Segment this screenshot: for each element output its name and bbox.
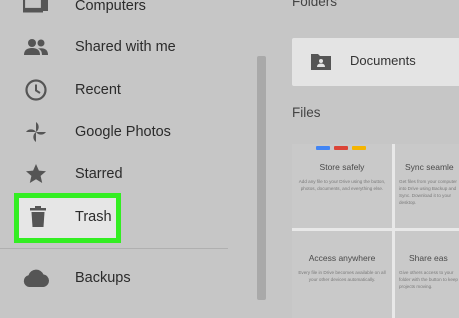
folder-card-documents[interactable]: Documents — [292, 38, 459, 86]
blue-bar — [316, 146, 330, 150]
sidebar-item-label: Trash — [75, 209, 112, 225]
sidebar-item-label: Recent — [75, 82, 121, 98]
tile-description: Every file in Drive becomes available on… — [298, 270, 386, 282]
tile-description: Give others access to your folder with t… — [399, 270, 458, 289]
sidebar-item-label: Backups — [75, 270, 131, 286]
sidebar-item-backups[interactable]: Backups — [0, 258, 250, 298]
tile-description: Get files from your computer into Drive … — [399, 179, 457, 205]
shared-folder-icon — [310, 51, 332, 73]
star-icon — [22, 160, 50, 188]
sidebar-item-google-photos[interactable]: Google Photos — [0, 112, 250, 152]
tile-title: Access anywhere — [308, 253, 376, 263]
folder-label: Documents — [350, 53, 416, 68]
sidebar-divider — [0, 248, 228, 249]
sidebar-item-trash[interactable]: Trash — [0, 197, 250, 237]
file-tile-sync-seamlessly[interactable]: Sync seamle Get files from your computer… — [395, 144, 459, 228]
sidebar-item-computers[interactable]: Computers — [0, 0, 250, 26]
files-section-title: Files — [292, 105, 321, 120]
folders-section-title: Folders — [292, 0, 338, 9]
tile-description: Add any file to your Drive using the but… — [298, 179, 386, 191]
sidebar-item-starred[interactable]: Starred — [0, 154, 250, 194]
sidebar: Computers Shared with me Recent Google P… — [0, 0, 250, 318]
yellow-bar — [352, 146, 366, 150]
sidebar-item-recent[interactable]: Recent — [0, 70, 250, 110]
trash-icon — [24, 203, 52, 231]
files-grid: Store safely Add any file to your Drive … — [292, 144, 459, 318]
sidebar-item-label: Shared with me — [75, 39, 176, 55]
people-icon — [22, 33, 50, 61]
sidebar-item-label: Computers — [75, 0, 146, 14]
tile-title: Sync seamle — [405, 162, 454, 172]
sidebar-scrollbar[interactable] — [257, 56, 266, 300]
red-bar — [334, 146, 348, 150]
sidebar-item-shared-with-me[interactable]: Shared with me — [0, 27, 250, 67]
file-tile-share-easily[interactable]: Share eas Give others access to your fol… — [395, 231, 459, 318]
pinwheel-icon — [22, 118, 50, 146]
tile-title: Store safely — [319, 162, 365, 172]
clock-icon — [22, 76, 50, 104]
computer-icon — [22, 0, 50, 20]
file-tile-store-safely[interactable]: Store safely Add any file to your Drive … — [292, 144, 392, 228]
file-tile-access-anywhere[interactable]: Access anywhere Every file in Drive beco… — [292, 231, 392, 318]
sidebar-item-label: Google Photos — [75, 124, 171, 140]
drive-color-bars — [316, 146, 366, 150]
tile-title: Share eas — [409, 253, 448, 263]
cloud-icon — [22, 264, 50, 292]
sidebar-item-label: Starred — [75, 166, 123, 182]
